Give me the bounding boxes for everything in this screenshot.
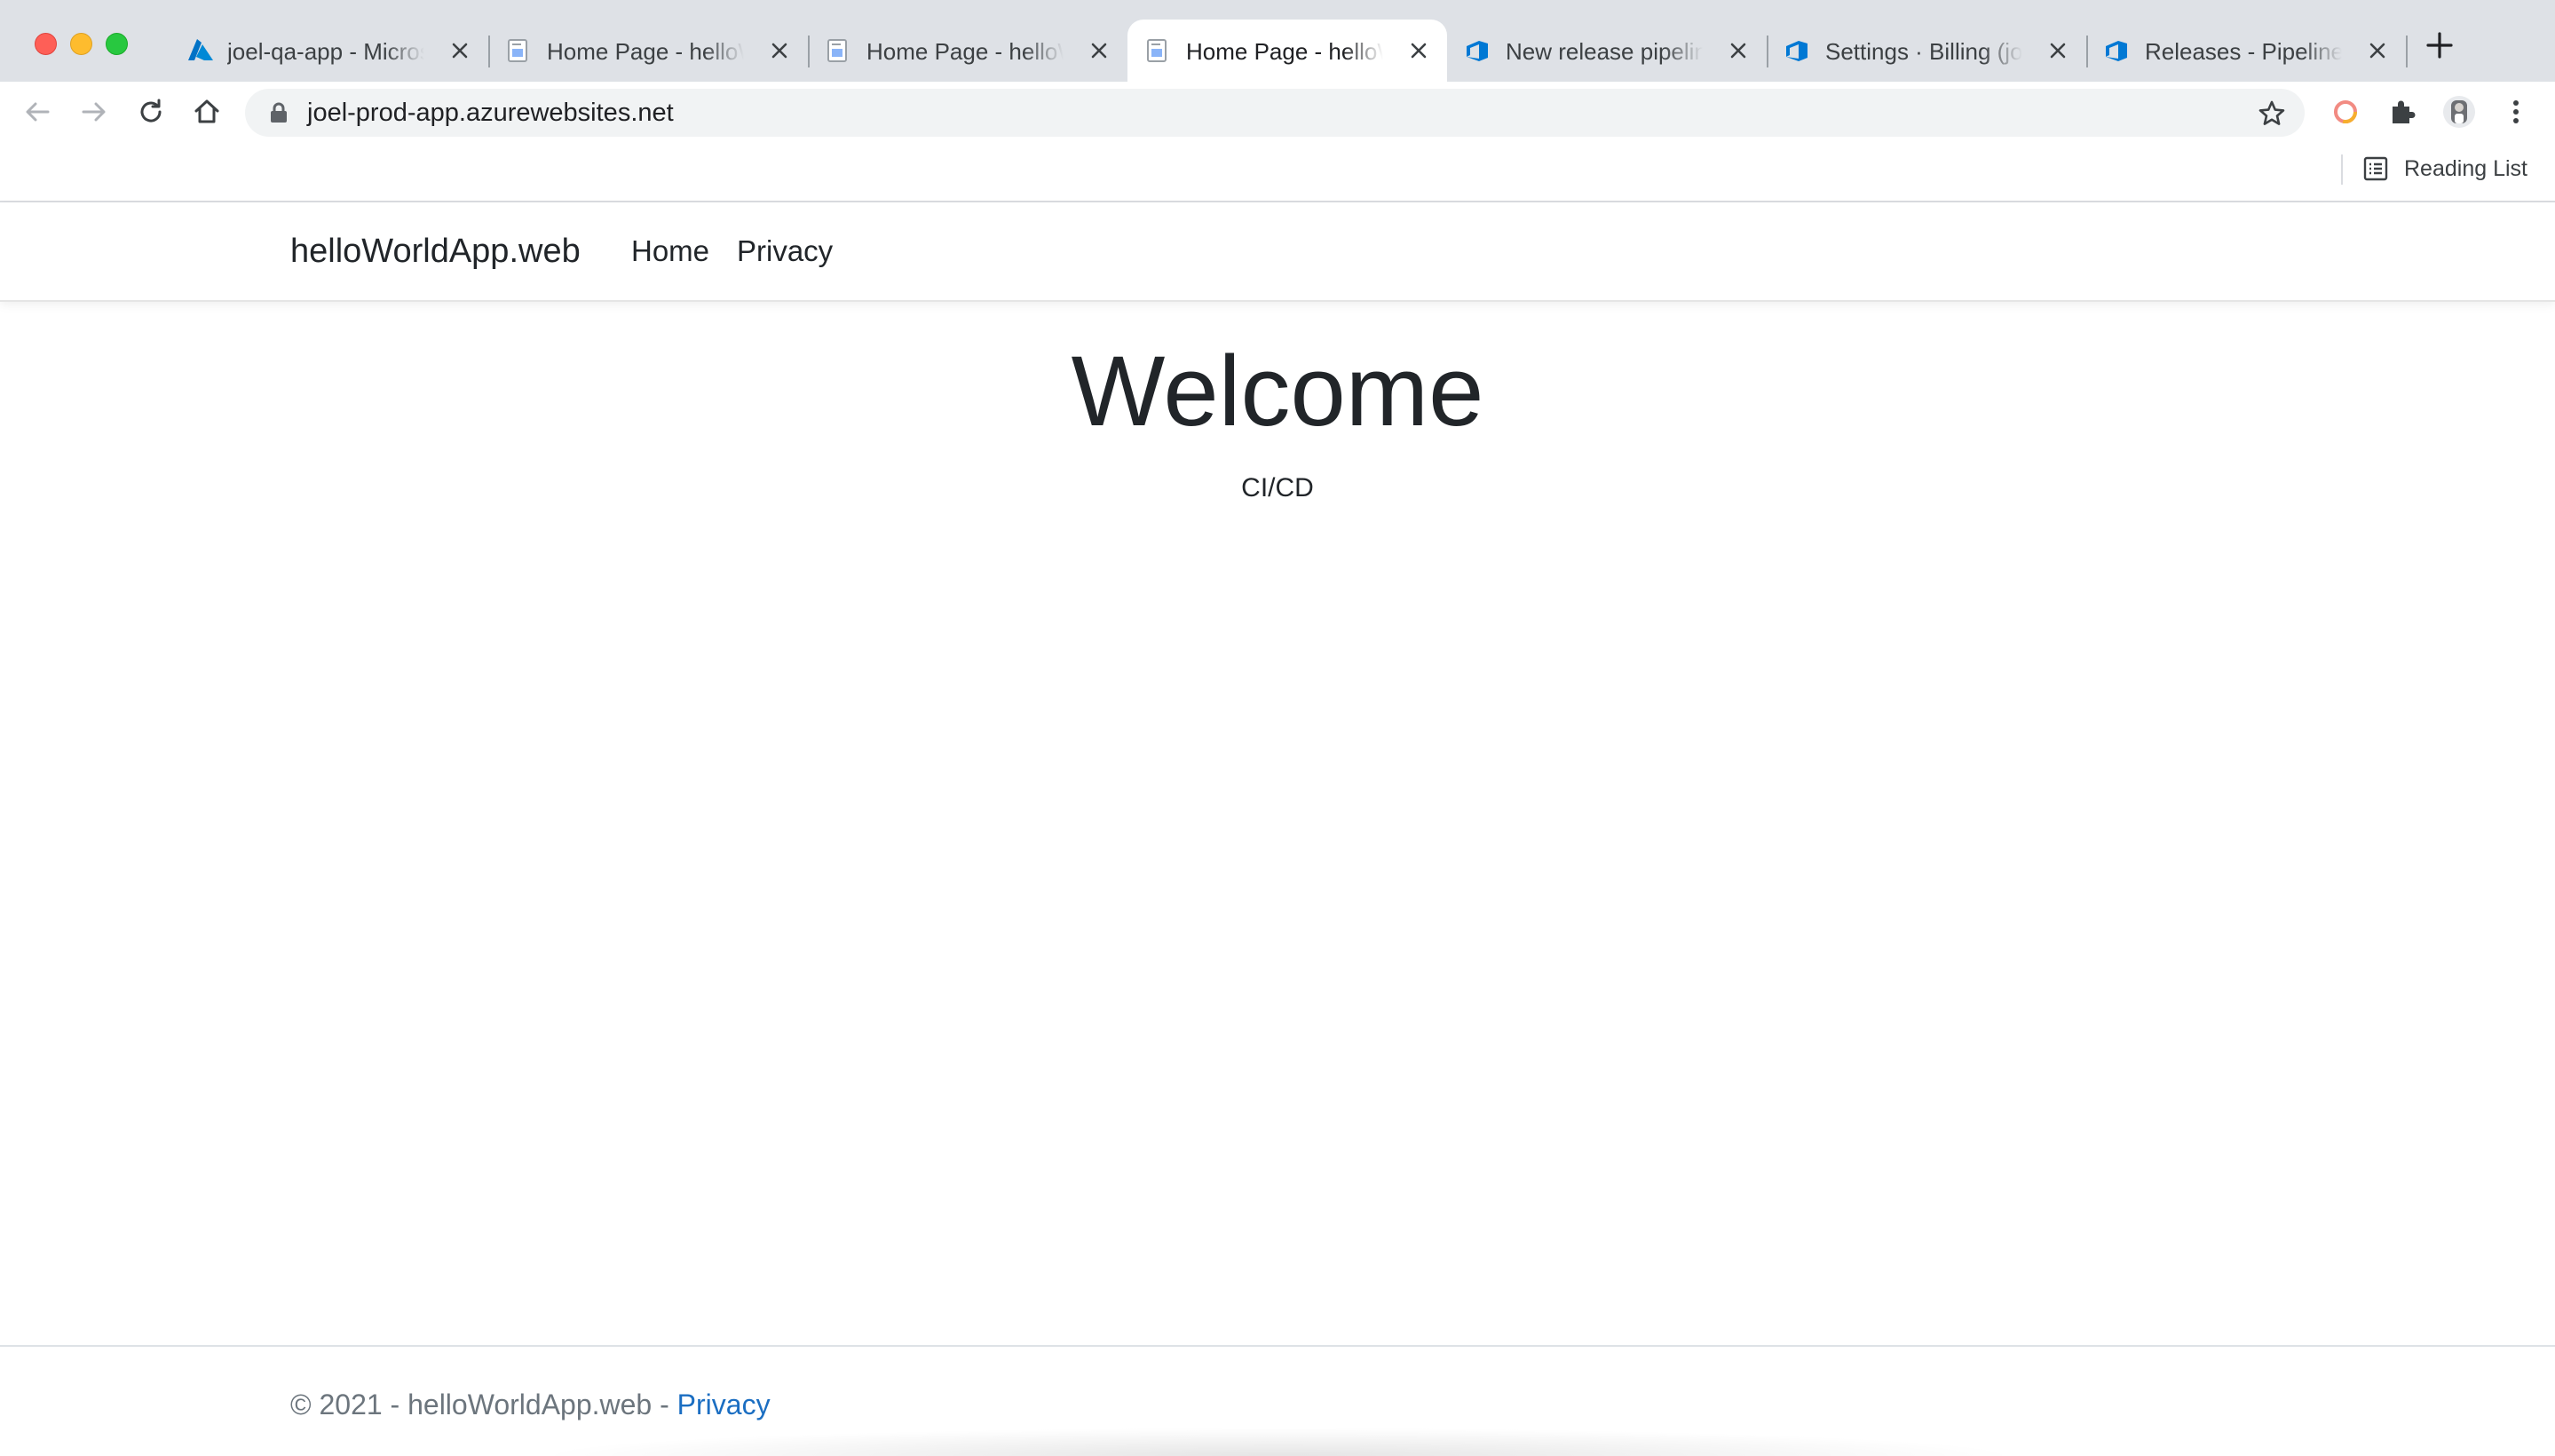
profile-avatar[interactable]: [2441, 94, 2477, 130]
forward-icon[interactable]: [76, 94, 112, 130]
browser-tab-release-pipeline[interactable]: New release pipeline: [1447, 20, 1768, 82]
page-heading: Welcome: [1071, 336, 1484, 447]
minimize-window-button[interactable]: [70, 33, 92, 55]
tab-title: joel-qa-app - Microsoft Azure: [227, 38, 424, 65]
address-bar[interactable]: joel-prod-app.azurewebsites.net: [245, 89, 2305, 137]
close-tab-icon[interactable]: [2365, 38, 2390, 63]
footer-text: © 2021 - helloWorldApp.web - Privacy: [290, 1386, 771, 1423]
url-text[interactable]: joel-prod-app.azurewebsites.net: [307, 96, 674, 130]
tab-separator: [2406, 36, 2408, 67]
tab-title: Home Page - helloWorldApp.web: [866, 38, 1064, 65]
page-icon: [827, 39, 847, 62]
browser-tab-home-2[interactable]: Home Page - helloWorldApp.web: [808, 20, 1127, 82]
tab-title: Settings · Billing (joel): [1825, 38, 2022, 65]
back-icon[interactable]: [20, 94, 55, 130]
tab-title: New release pipeline: [1506, 38, 1703, 65]
azure-devops-icon: [1467, 41, 1488, 61]
page-icon: [1147, 39, 1167, 62]
home-icon[interactable]: [189, 94, 225, 130]
browser-tab-billing[interactable]: Settings · Billing (joel): [1767, 20, 2088, 82]
bookmarks-bar: Reading List: [0, 142, 2555, 202]
tab-title: Releases - Pipelines: [2145, 38, 2342, 65]
close-window-button[interactable]: [35, 33, 57, 55]
close-tab-icon[interactable]: [1087, 38, 1111, 63]
bookmark-star-icon[interactable]: [2257, 99, 2287, 129]
browser-toolbar: joel-prod-app.azurewebsites.net: [0, 82, 2555, 142]
close-tab-icon[interactable]: [767, 38, 792, 63]
nav-link-privacy[interactable]: Privacy: [737, 231, 833, 272]
bookmarks-divider: [2341, 154, 2343, 185]
browser-tab-releases[interactable]: Releases - Pipelines: [2086, 20, 2408, 82]
bottom-shadow: [533, 1428, 2024, 1456]
extension-ring-icon[interactable]: [2328, 94, 2363, 130]
site-navbar: helloWorldApp.web Home Privacy: [0, 202, 2555, 302]
azure-devops-icon: [2106, 41, 2127, 61]
tab-title: Home Page - helloWorldApp.web: [547, 38, 744, 65]
close-tab-icon[interactable]: [447, 38, 472, 63]
browser-tab-home-active[interactable]: Home Page - helloWorldApp.web: [1127, 20, 1447, 82]
browser-tab-strip: joel-qa-app - Microsoft Azure Home Page …: [0, 0, 2555, 82]
azure-devops-icon: [1786, 41, 1807, 61]
footer-copyright: © 2021 - helloWorldApp.web -: [290, 1389, 677, 1420]
close-tab-icon[interactable]: [1406, 38, 1431, 63]
extensions-puzzle-icon[interactable]: [2385, 94, 2420, 130]
page-icon: [508, 39, 527, 62]
lock-icon[interactable]: [268, 101, 289, 124]
azure-icon: [188, 39, 213, 60]
page-subtitle: CI/CD: [1241, 473, 1314, 502]
close-tab-icon[interactable]: [2045, 38, 2070, 63]
browser-tab-azure[interactable]: joel-qa-app - Microsoft Azure: [169, 20, 490, 82]
reload-icon[interactable]: [133, 94, 169, 130]
tab-title: Home Page - helloWorldApp.web: [1186, 38, 1383, 65]
menu-kebab-icon[interactable]: [2498, 94, 2534, 130]
reading-list-button[interactable]: Reading List: [2361, 149, 2527, 188]
reading-list-label: Reading List: [2404, 155, 2527, 181]
web-page: helloWorldApp.web Home Privacy Welcome C…: [0, 202, 2555, 1456]
site-brand-link[interactable]: helloWorldApp.web: [290, 229, 581, 273]
footer-privacy-link[interactable]: Privacy: [677, 1389, 771, 1420]
fullscreen-window-button[interactable]: [106, 33, 128, 55]
new-tab-icon[interactable]: [2424, 29, 2456, 61]
close-tab-icon[interactable]: [1726, 38, 1751, 63]
reading-list-icon: [2363, 156, 2388, 181]
browser-tab-home-1[interactable]: Home Page - helloWorldApp.web: [488, 20, 810, 82]
nav-link-home[interactable]: Home: [631, 231, 709, 272]
